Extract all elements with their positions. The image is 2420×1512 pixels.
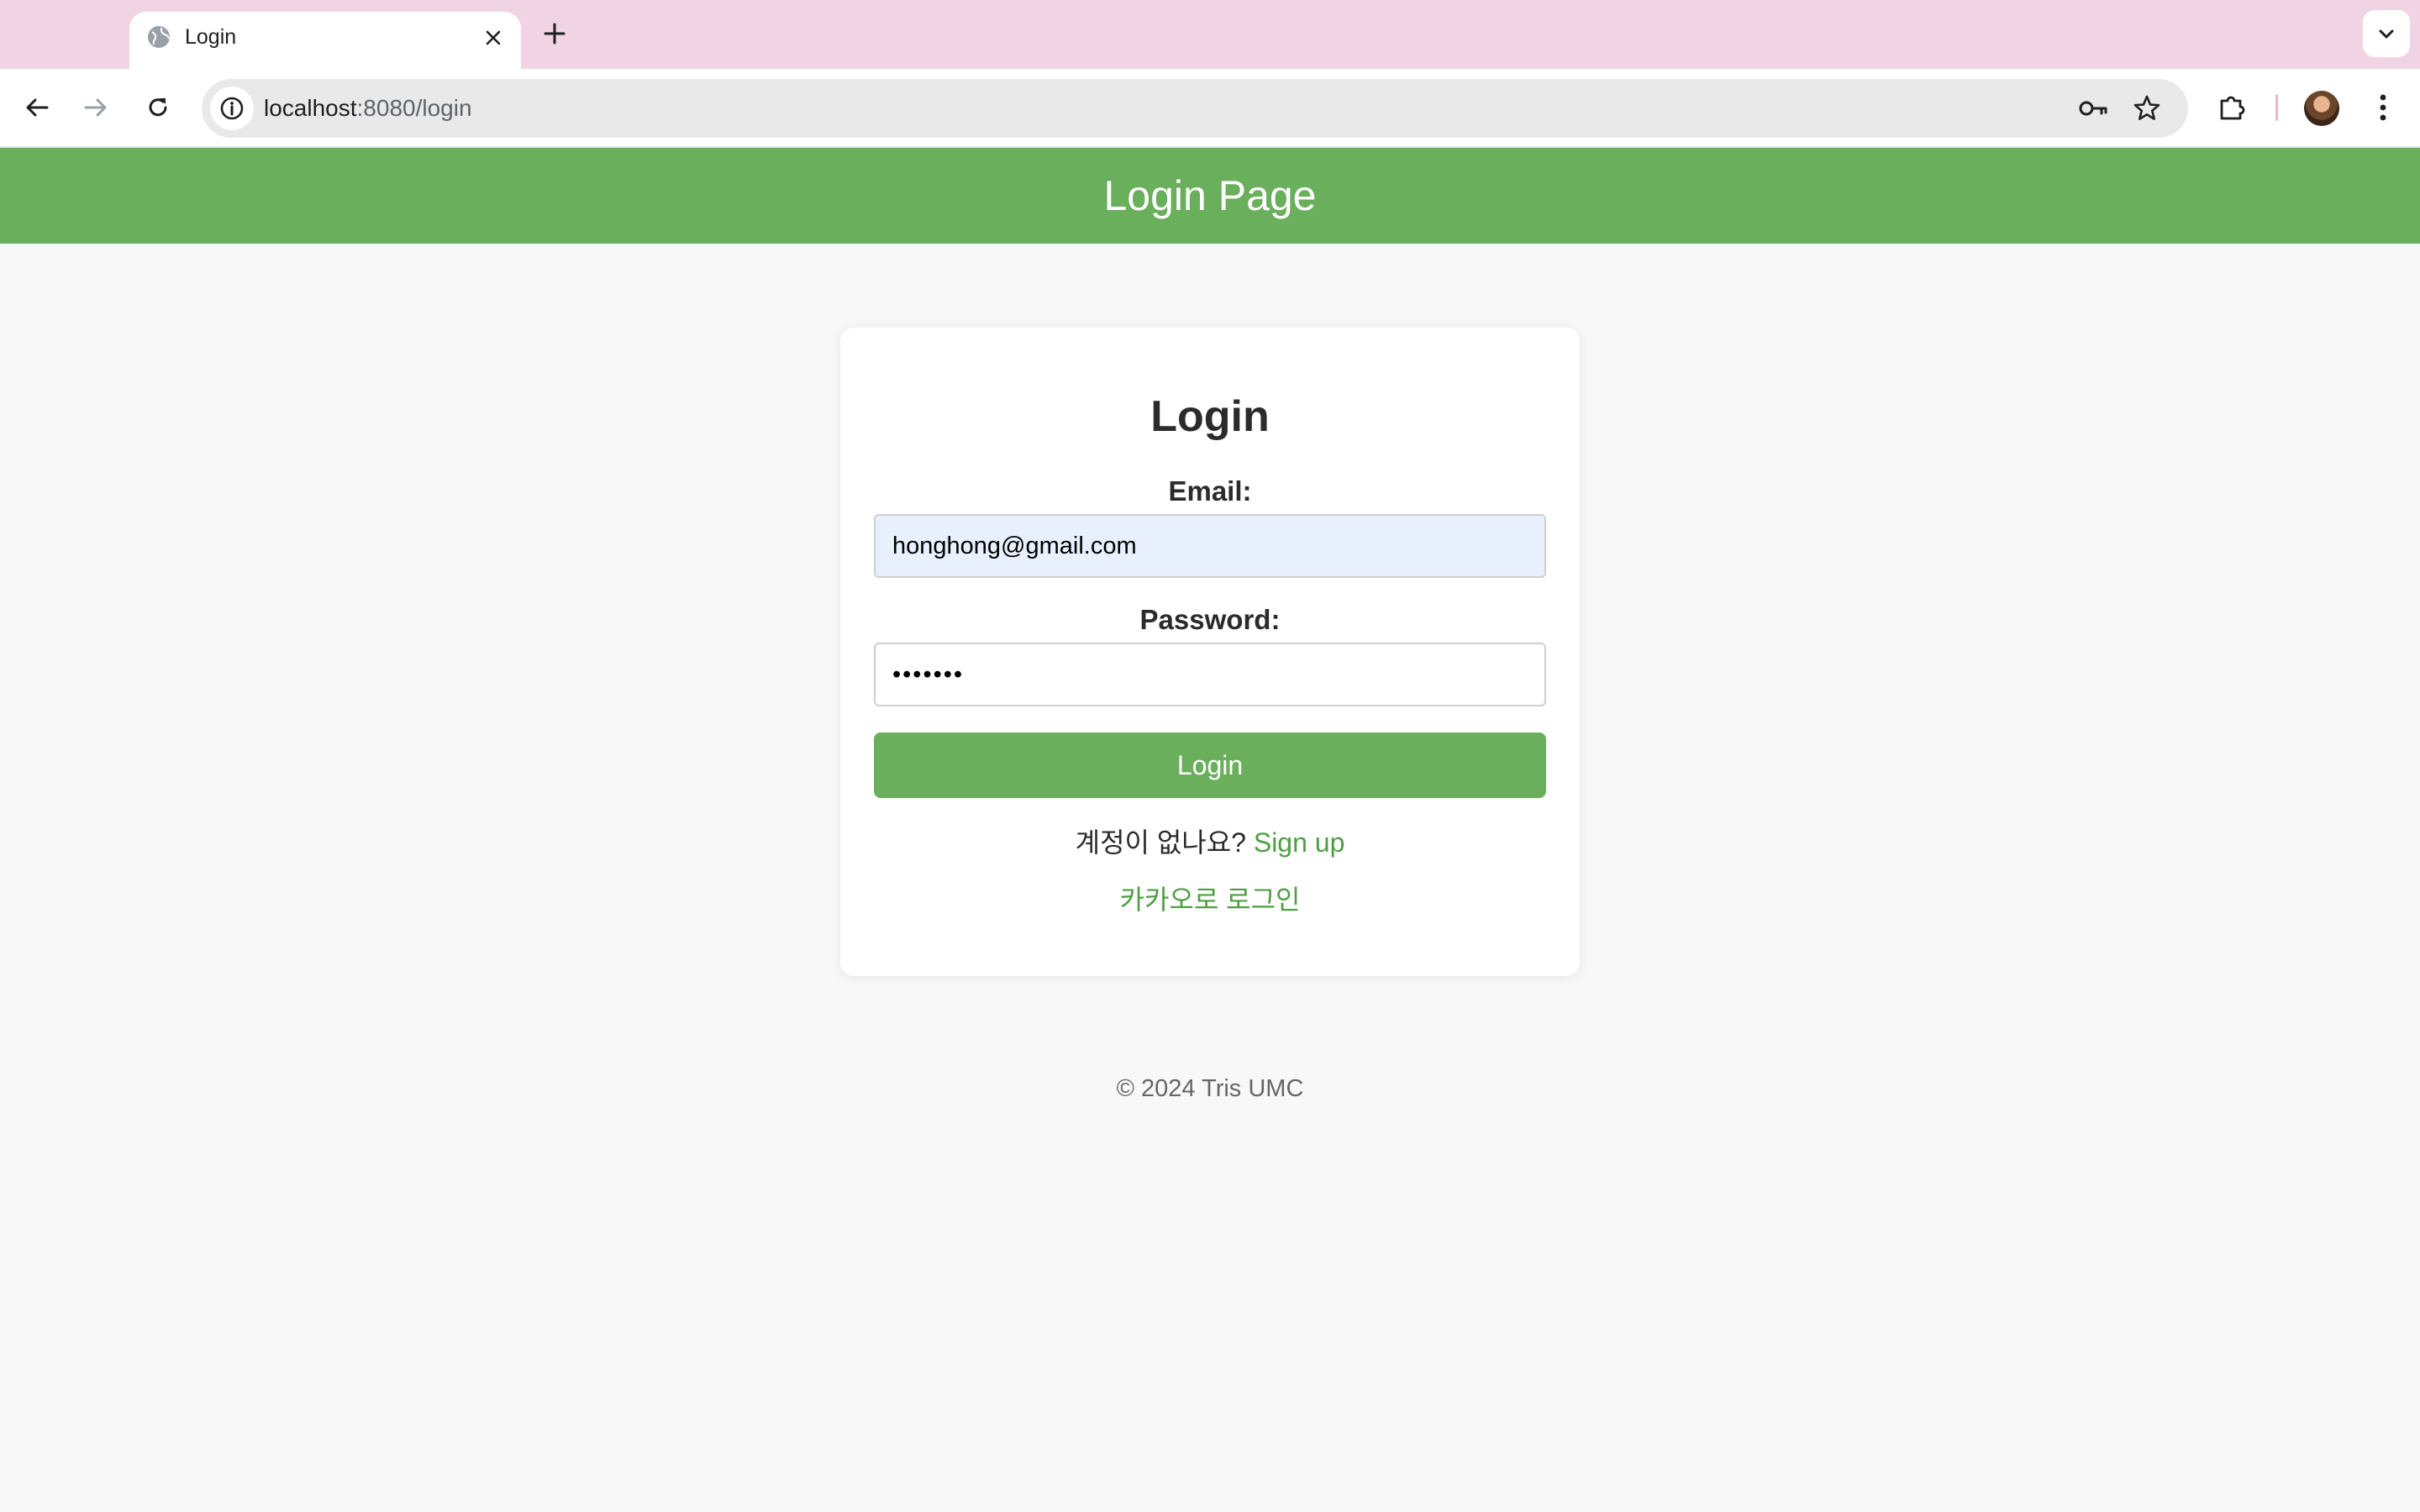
puzzle-icon[interactable] [2210, 86, 2254, 129]
globe-icon [146, 24, 171, 50]
url-host: localhost [264, 95, 357, 121]
key-icon[interactable] [2072, 87, 2114, 129]
login-heading: Login [1150, 392, 1270, 441]
forward-arrow-icon[interactable] [74, 86, 118, 129]
signup-row: 계정이 없나요? Sign up [840, 822, 1580, 860]
password-label: Password: [1139, 604, 1281, 635]
reload-icon[interactable] [136, 86, 180, 129]
avatar[interactable] [2304, 91, 2339, 126]
footer-copyright: © 2024 Tris UMC [1116, 1075, 1304, 1102]
kakao-login-link[interactable]: 카카오로 로그인 [1120, 885, 1301, 915]
address-bar[interactable]: localhost:8080/login [202, 79, 2188, 138]
plus-icon[interactable] [538, 17, 571, 50]
login-button[interactable]: Login [874, 732, 1546, 798]
kakao-login-row: 카카오로 로그인 [840, 879, 1580, 917]
url-path: :8080/login [356, 95, 472, 121]
back-arrow-icon[interactable] [15, 86, 59, 129]
browser-toolbar: localhost:8080/login [0, 69, 2420, 148]
login-card: Login Email: Password: Login 계정이 없나요? Si… [840, 328, 1580, 976]
close-icon[interactable] [479, 24, 508, 52]
toolbar-divider [2275, 94, 2278, 121]
url-text[interactable]: localhost:8080/login [264, 94, 472, 123]
tab-strip: Login [0, 0, 2420, 69]
star-icon[interactable] [2126, 87, 2168, 129]
email-label: Email: [1168, 475, 1252, 507]
tab-login[interactable]: Login [129, 12, 521, 69]
email-field[interactable] [874, 514, 1546, 578]
signup-prompt: 계정이 없나요? [1075, 827, 1246, 858]
password-field[interactable] [874, 643, 1546, 706]
info-icon[interactable] [210, 87, 254, 130]
site-header: Login Page [0, 148, 2420, 244]
tab-title: Login [185, 25, 237, 49]
page-title: Login Page [1103, 172, 1317, 219]
kebab-menu-icon[interactable] [2361, 86, 2405, 129]
signup-link[interactable]: Sign up [1254, 827, 1345, 858]
chevron-down-icon[interactable] [2363, 10, 2410, 57]
